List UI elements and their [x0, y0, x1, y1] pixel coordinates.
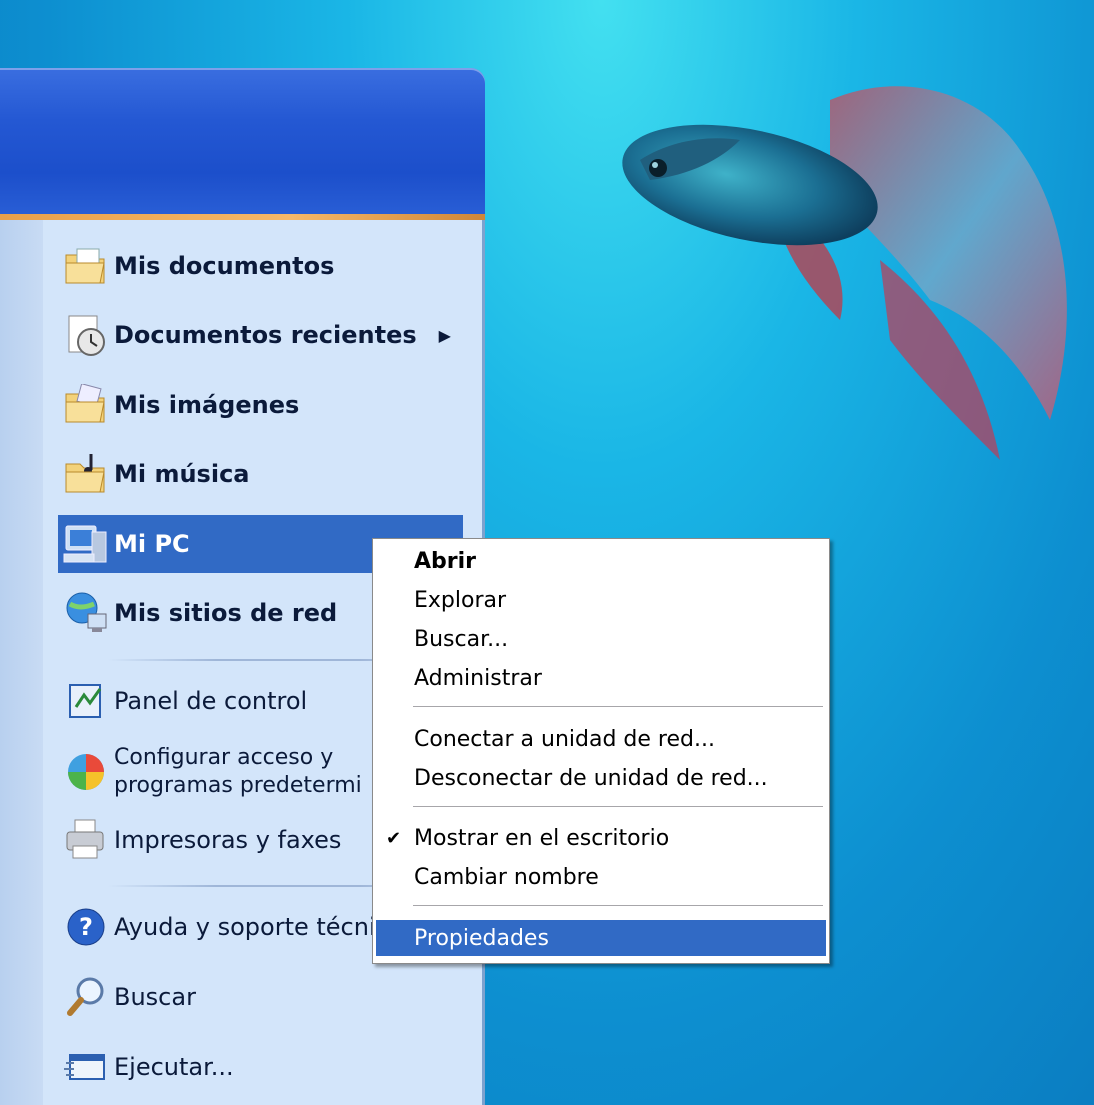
- start-item-label: Ayuda y soporte técni: [114, 913, 376, 941]
- start-item-label: Mis imágenes: [114, 391, 300, 419]
- ctx-item-desconectar-unidad-red[interactable]: Desconectar de unidad de red...: [376, 760, 826, 796]
- start-item-label: Mi música: [114, 460, 250, 488]
- my-computer-icon: [58, 518, 114, 570]
- ctx-item-label: Explorar: [414, 587, 507, 613]
- start-item-label: Mis documentos: [114, 252, 335, 280]
- ctx-separator: [413, 806, 823, 808]
- ctx-item-explorar[interactable]: Explorar: [376, 582, 826, 618]
- ctx-separator: [413, 905, 823, 907]
- ctx-item-label: Mostrar en el escritorio: [414, 825, 670, 851]
- svg-text:?: ?: [79, 913, 93, 941]
- start-item-label: Panel de control: [114, 687, 308, 715]
- context-menu: Abrir Explorar Buscar... Administrar Con…: [372, 538, 830, 964]
- ctx-item-label: Propiedades: [414, 925, 549, 951]
- ctx-item-mostrar-en-escritorio[interactable]: ✔ Mostrar en el escritorio: [376, 820, 826, 856]
- submenu-arrow-icon: ▶: [438, 325, 451, 345]
- my-documents-folder-icon: [58, 240, 114, 292]
- ctx-item-label: Desconectar de unidad de red...: [414, 765, 768, 791]
- my-music-folder-icon: [58, 448, 114, 500]
- recent-documents-icon: [58, 309, 114, 361]
- ctx-item-administrar[interactable]: Administrar: [376, 660, 826, 696]
- start-item-label: Impresoras y faxes: [114, 826, 342, 854]
- start-item-mis-imagenes[interactable]: Mis imágenes: [58, 376, 463, 434]
- start-item-ejecutar[interactable]: Ejecutar...: [58, 1038, 463, 1096]
- ctx-separator: [413, 706, 823, 708]
- start-item-buscar[interactable]: Buscar: [58, 968, 463, 1026]
- printer-icon: [58, 814, 114, 866]
- start-item-mis-documentos[interactable]: Mis documentos: [58, 237, 463, 295]
- start-item-mi-musica[interactable]: Mi música: [58, 445, 463, 503]
- checkmark-icon: ✔: [386, 827, 402, 849]
- start-item-documentos-recientes[interactable]: Documentos recientes ▶: [58, 306, 463, 364]
- my-pictures-folder-icon: [58, 379, 114, 431]
- start-item-label: Configurar acceso y programas predetermi: [114, 745, 362, 798]
- start-menu-header: [0, 68, 485, 218]
- start-item-label: Mi PC: [114, 530, 190, 558]
- ctx-item-label: Conectar a unidad de red...: [414, 726, 715, 752]
- start-item-label: Ejecutar...: [114, 1053, 234, 1081]
- ctx-item-propiedades[interactable]: Propiedades: [376, 920, 826, 956]
- wallpaper-fish-image: [622, 86, 1067, 460]
- ctx-item-label: Cambiar nombre: [414, 864, 599, 890]
- start-item-label: Documentos recientes: [114, 321, 417, 349]
- control-panel-icon: [58, 675, 114, 727]
- default-programs-icon: [58, 746, 114, 798]
- ctx-item-abrir[interactable]: Abrir: [376, 543, 826, 579]
- ctx-item-cambiar-nombre[interactable]: Cambiar nombre: [376, 859, 826, 895]
- ctx-item-label: Buscar...: [414, 626, 509, 652]
- run-icon: [58, 1041, 114, 1093]
- ctx-item-buscar[interactable]: Buscar...: [376, 621, 826, 657]
- start-item-label: Mis sitios de red: [114, 599, 338, 627]
- start-menu-left-strip: [0, 220, 43, 1105]
- ctx-item-conectar-unidad-red[interactable]: Conectar a unidad de red...: [376, 721, 826, 757]
- ctx-item-label: Administrar: [414, 665, 542, 691]
- ctx-item-label: Abrir: [414, 548, 477, 574]
- start-item-label: Buscar: [114, 983, 196, 1011]
- network-places-icon: [58, 587, 114, 639]
- help-icon: ?: [58, 901, 114, 953]
- search-icon: [58, 971, 114, 1023]
